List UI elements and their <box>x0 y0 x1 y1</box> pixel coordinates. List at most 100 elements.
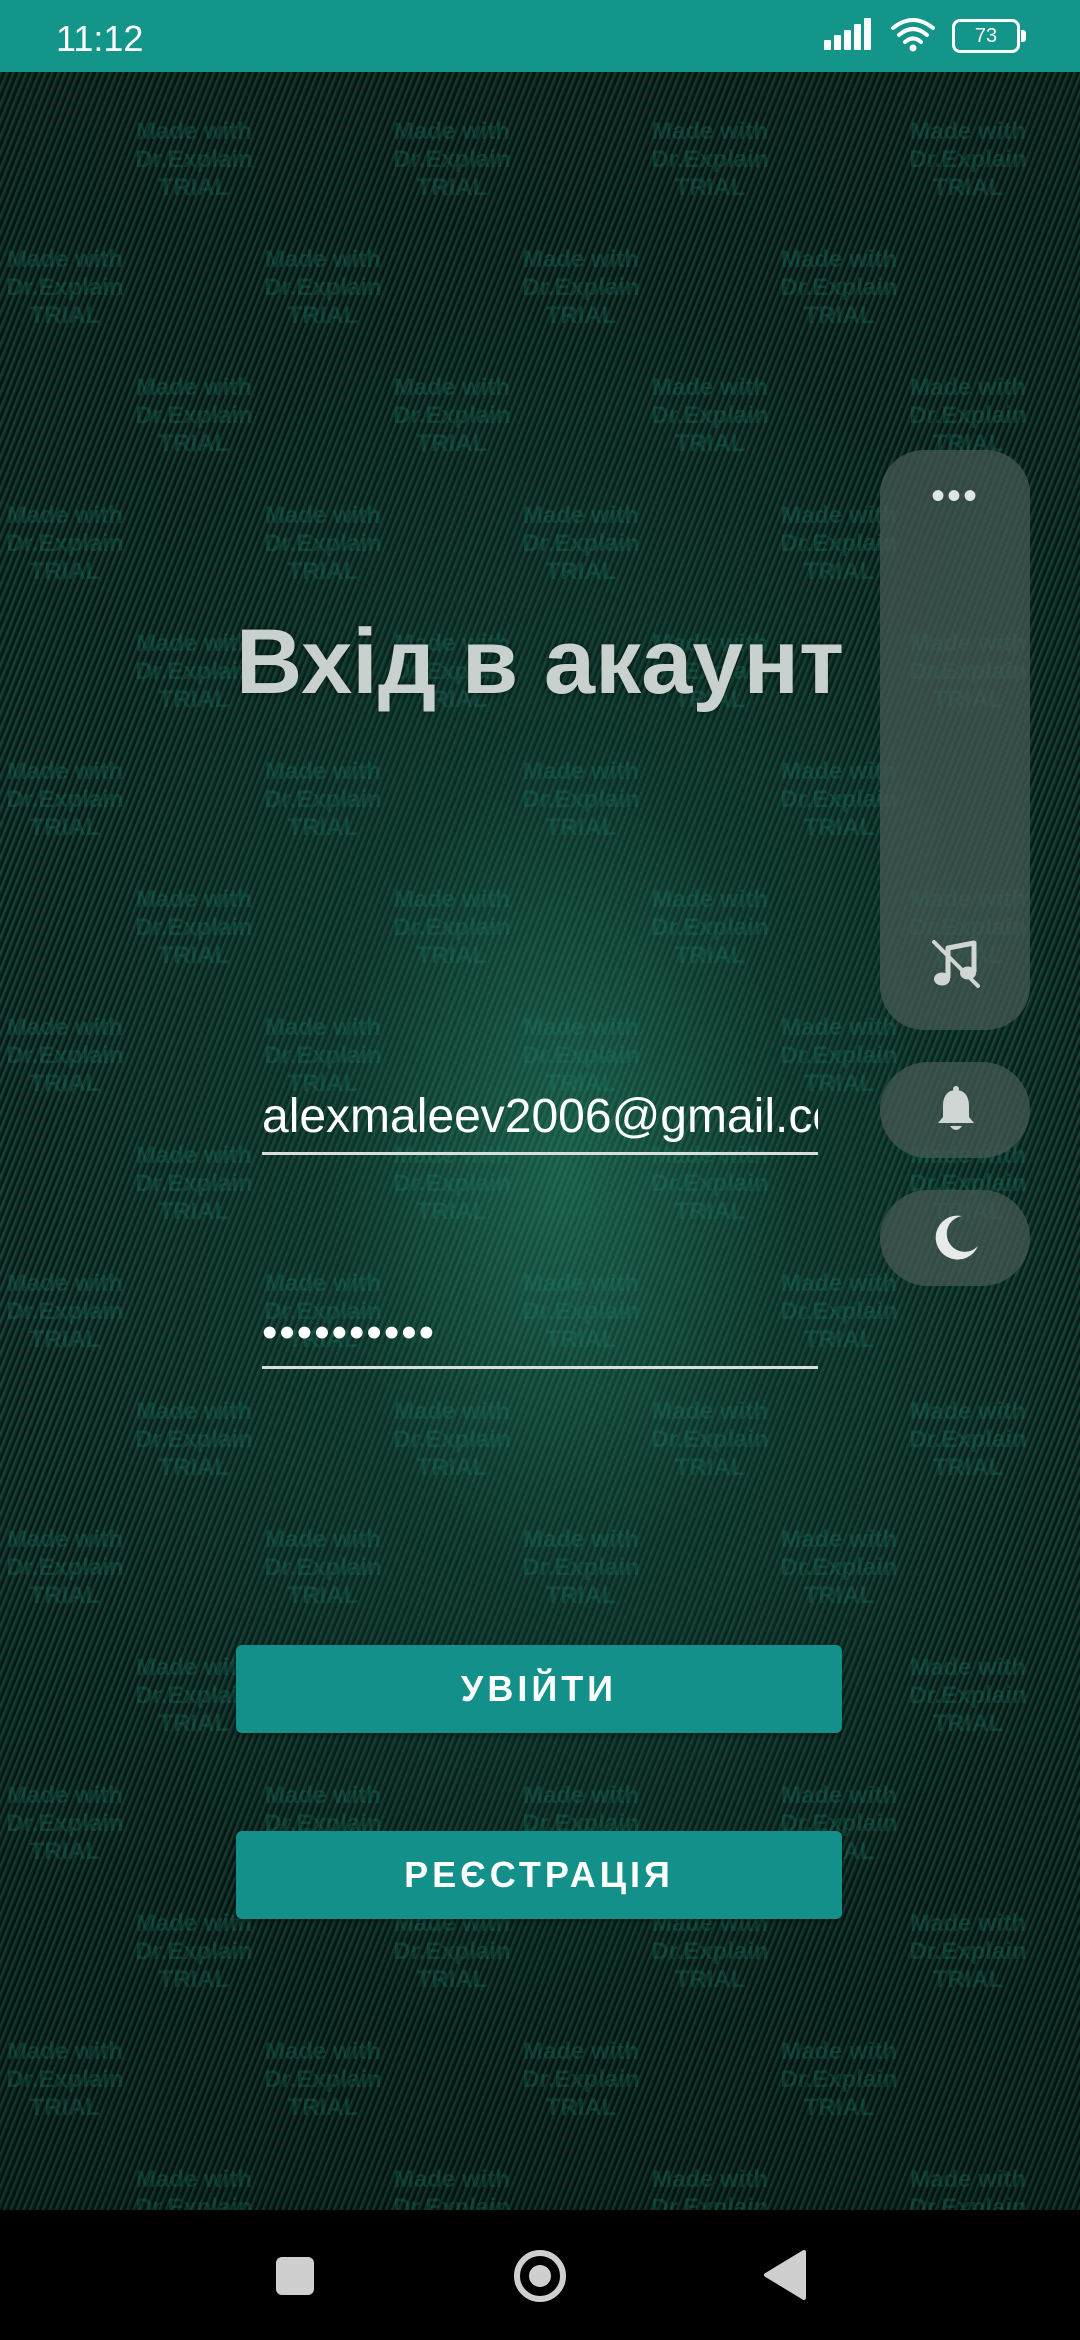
watermark-text: Made withDr.ExplainTRIAL <box>506 502 656 586</box>
watermark-line: Made with <box>393 118 510 145</box>
watermark-line: Dr.Explain <box>264 786 382 813</box>
watermark-line: TRIAL <box>932 1454 1004 1481</box>
watermark-line: Made with <box>651 886 768 913</box>
watermark-line: TRIAL <box>674 942 746 969</box>
watermark-text: Made withDr.ExplainTRIAL <box>893 1654 1043 1738</box>
watermark-text: Made withDr.ExplainTRIAL <box>893 374 1043 458</box>
watermark-line: Made with <box>6 1782 123 1809</box>
watermark-text: Made withDr.ExplainTRIAL <box>506 1526 656 1610</box>
bell-button[interactable] <box>880 1062 1030 1158</box>
login-button[interactable]: УВІЙТИ <box>236 1645 842 1733</box>
watermark-line: Made with <box>264 2038 381 2065</box>
signal-icon <box>824 17 874 55</box>
watermark-text: Made withDr.ExplainTRIAL <box>248 246 398 330</box>
watermark-text: Made withDr.ExplainTRIAL <box>0 2038 140 2122</box>
watermark-text: Made withDr.ExplainTRIAL <box>119 886 269 970</box>
watermark-text: Made withDr.ExplainTRIAL <box>635 374 785 458</box>
watermark-line: Made with <box>393 886 510 913</box>
moon-button[interactable] <box>880 1190 1030 1286</box>
watermark-line: Made with <box>393 2166 510 2193</box>
watermark-line: Made with <box>6 1270 123 1297</box>
login-screen: Made with Dr.Explain TRIAL Made with Dr.Expl… <box>0 0 1080 2340</box>
watermark-line: Made with <box>264 1526 381 1553</box>
watermark-text: Made withDr.ExplainTRIAL <box>506 246 656 330</box>
watermark-line: Made with <box>522 1782 639 1809</box>
status-bar: 11:12 73 <box>0 0 1080 72</box>
watermark-line: Dr.Explain <box>135 1938 253 1965</box>
watermark-text: Made withDr.ExplainTRIAL <box>377 1910 527 1994</box>
watermark-line: Dr.Explain <box>393 914 511 941</box>
watermark-line: Dr.Explain <box>909 1938 1027 1965</box>
watermark-line: Made with <box>522 246 639 273</box>
watermark-line: TRIAL <box>158 942 230 969</box>
watermark-line: Made with <box>522 1014 639 1041</box>
email-field-container <box>262 1062 818 1155</box>
watermark-line: Dr.Explain <box>264 530 382 557</box>
watermark-text: Made withDr.ExplainTRIAL <box>377 118 527 202</box>
watermark-text: Made withDr.ExplainTRIAL <box>764 246 914 330</box>
watermark-text: Made withDr.ExplainTRIAL <box>635 886 785 970</box>
watermark-line: TRIAL <box>158 174 230 201</box>
watermark-line: Dr.Explain <box>264 2066 382 2093</box>
watermark-line: Made with <box>135 374 252 401</box>
watermark-line: Made with <box>522 1526 639 1553</box>
watermark-line: Dr.Explain <box>135 146 253 173</box>
watermark-line: Dr.Explain <box>393 1170 511 1197</box>
watermark-text: Made withDr.ExplainTRIAL <box>0 1014 140 1098</box>
watermark-line: TRIAL <box>674 1454 746 1481</box>
watermark-line: TRIAL <box>416 430 488 457</box>
watermark-line: TRIAL <box>803 302 875 329</box>
watermark-line: Dr.Explain <box>780 2066 898 2093</box>
watermark-text: Made withDr.ExplainTRIAL <box>764 2038 914 2122</box>
watermark-line: Made with <box>909 1398 1026 1425</box>
watermark-line: TRIAL <box>287 1582 359 1609</box>
watermark-line: Made with <box>264 1782 381 1809</box>
watermark-line: Dr.Explain <box>393 146 511 173</box>
watermark-line: Made with <box>6 2038 123 2065</box>
wifi-icon <box>890 16 936 57</box>
watermark-line: TRIAL <box>416 942 488 969</box>
watermark-line: TRIAL <box>287 558 359 585</box>
watermark-line: Dr.Explain <box>651 146 769 173</box>
watermark-line: TRIAL <box>545 558 617 585</box>
watermark-line: Made with <box>135 1142 252 1169</box>
watermark-line: Dr.Explain <box>135 914 253 941</box>
more-icon[interactable]: ••• <box>880 476 1030 516</box>
watermark-line: Dr.Explain <box>6 1810 124 1837</box>
music-off-icon[interactable] <box>930 938 982 990</box>
home-icon[interactable] <box>512 2248 568 2304</box>
watermark-line: TRIAL <box>29 814 101 841</box>
password-field-container <box>262 1276 818 1369</box>
watermark-line: TRIAL <box>674 174 746 201</box>
watermark-line: Dr.Explain <box>393 402 511 429</box>
watermark-line: TRIAL <box>158 1198 230 1225</box>
watermark-line: Made with <box>909 2166 1026 2193</box>
back-icon[interactable] <box>762 2248 808 2302</box>
watermark-line: Dr.Explain <box>135 402 253 429</box>
watermark-line: Made with <box>264 758 381 785</box>
register-button[interactable]: РЕЄСТРАЦІЯ <box>236 1831 842 1919</box>
watermark-line: Made with <box>909 1654 1026 1681</box>
watermark-line: Dr.Explain <box>6 274 124 301</box>
watermark-line: Dr.Explain <box>651 1938 769 1965</box>
watermark-line: TRIAL <box>674 1198 746 1225</box>
watermark-line: Made with <box>264 1014 381 1041</box>
watermark-line: TRIAL <box>674 1966 746 1993</box>
watermark-text: Made withDr.ExplainTRIAL <box>248 758 398 842</box>
watermark-line: TRIAL <box>287 302 359 329</box>
watermark-text: Made withDr.ExplainTRIAL <box>0 758 140 842</box>
watermark-line: Dr.Explain <box>651 1426 769 1453</box>
watermark-line: TRIAL <box>29 558 101 585</box>
watermark-line: Made with <box>393 1398 510 1425</box>
password-field[interactable] <box>262 1308 818 1358</box>
watermark-line: TRIAL <box>29 2094 101 2121</box>
recents-icon[interactable] <box>276 2257 314 2295</box>
watermark-line: Made with <box>264 502 381 529</box>
watermark-line: Made with <box>780 1782 897 1809</box>
watermark-line: TRIAL <box>29 1070 101 1097</box>
watermark-line: Dr.Explain <box>522 274 640 301</box>
watermark-line: Made with <box>651 2166 768 2193</box>
watermark-line: Dr.Explain <box>135 1170 253 1197</box>
watermark-line: Made with <box>651 118 768 145</box>
email-field[interactable] <box>262 1089 818 1144</box>
